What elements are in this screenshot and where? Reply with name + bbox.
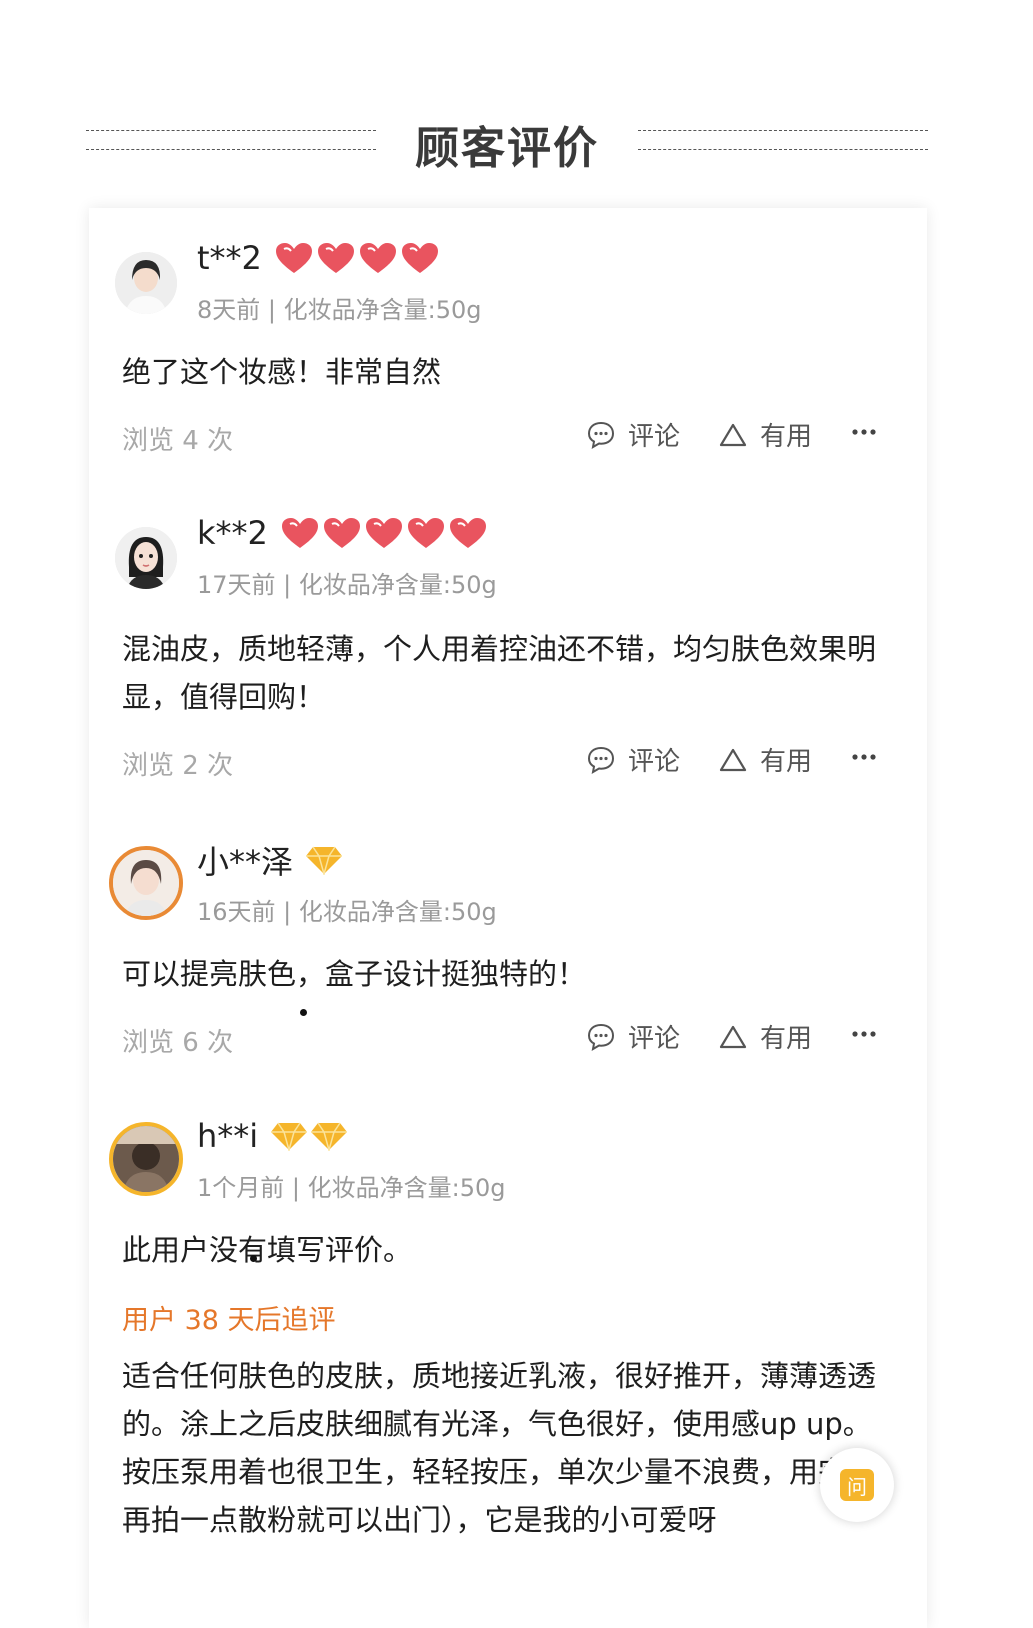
heart-badge-icon: [449, 518, 486, 548]
review-meta: 8天前 | 化妆品净含量:50g: [197, 296, 482, 324]
username-row: k**2: [197, 513, 488, 553]
username: 小**泽: [197, 843, 294, 881]
review-actions: 浏览 4 次 评论 有用: [122, 416, 882, 456]
heart-badges: [280, 516, 488, 550]
followup-label: 用户 38 天后追评: [122, 1305, 336, 1336]
heart-badge-icon: [359, 243, 396, 273]
comment-label: 评论: [628, 1024, 681, 1054]
gem-badges: [305, 845, 343, 875]
avatar[interactable]: [109, 1122, 183, 1196]
useful-label: 有用: [760, 747, 813, 777]
review-actions: 浏览 2 次 评论 有用: [122, 741, 882, 781]
view-count: 浏览 6 次: [122, 1028, 234, 1058]
more-button[interactable]: [850, 743, 878, 771]
stray-dot: [250, 1255, 257, 1262]
heart-badge-icon: [275, 243, 312, 273]
avatar[interactable]: [115, 527, 177, 589]
useful-button[interactable]: 有用: [718, 741, 812, 778]
stray-dot: [300, 1009, 307, 1016]
title-divider-left: [86, 130, 376, 168]
heart-badge-icon: [401, 243, 438, 273]
more-button[interactable]: [850, 1020, 878, 1048]
comment-icon: [587, 1023, 615, 1051]
diamond-badge-icon: [271, 1122, 308, 1151]
comment-label: 评论: [628, 747, 681, 777]
triangle-up-icon: [719, 423, 747, 446]
comment-button[interactable]: 评论: [586, 416, 680, 453]
triangle-up-icon: [719, 748, 747, 771]
section-title: 顾客评价: [415, 123, 599, 174]
heart-badge-icon: [323, 518, 360, 548]
gem-badges: [270, 1121, 348, 1151]
avatar[interactable]: [115, 252, 177, 314]
more-button[interactable]: [850, 418, 878, 446]
username: h**i: [197, 1117, 259, 1155]
review-content: 可以提亮肤色，盒子设计挺独特的！: [122, 957, 587, 991]
username-row: t**2: [197, 238, 440, 278]
review-meta: 1个月前 | 化妆品净含量:50g: [197, 1174, 506, 1202]
review-actions: 浏览 6 次 评论 有用: [122, 1018, 882, 1058]
comment-label: 评论: [628, 422, 681, 452]
reviews-card: t**2 8天前 | 化妆品净含量:50g 绝了这个妆感！非常自然 浏览 4 次…: [89, 208, 927, 1628]
review-content: 此用户没有填写评价。: [122, 1233, 413, 1267]
ask-icon: 问: [840, 1469, 874, 1501]
username-row: 小**泽: [197, 840, 343, 881]
more-dots-icon: [852, 1031, 876, 1037]
review-meta: 16天前 | 化妆品净含量:50g: [197, 898, 497, 926]
more-dots-icon: [852, 429, 876, 435]
view-count: 浏览 2 次: [122, 751, 234, 781]
comment-button[interactable]: 评论: [586, 741, 680, 778]
heart-badge-icon: [407, 518, 444, 548]
diamond-badge-icon: [311, 1122, 348, 1151]
useful-button[interactable]: 有用: [718, 1018, 812, 1055]
review-meta: 17天前 | 化妆品净含量:50g: [197, 571, 497, 599]
comment-icon: [587, 421, 615, 449]
review-content: 混油皮，质地轻薄，个人用着控油还不错，均匀肤色效果明显，值得回购！: [122, 632, 877, 714]
title-divider-right: [638, 130, 928, 168]
heart-badge-icon: [365, 518, 402, 548]
followup-content: 适合任何肤色的皮肤，质地接近乳液，很好推开，薄薄透透的。涂上之后皮肤细腻有光泽，…: [122, 1359, 877, 1537]
view-count: 浏览 4 次: [122, 426, 234, 456]
avatar[interactable]: [109, 846, 183, 920]
heart-badge-icon: [281, 518, 318, 548]
username-row: h**i: [197, 1116, 348, 1156]
username: k**2: [197, 514, 268, 552]
section-header: 顾客评价: [86, 112, 946, 174]
useful-button[interactable]: 有用: [718, 416, 812, 453]
diamond-badge-icon: [306, 846, 343, 875]
useful-label: 有用: [760, 422, 813, 452]
username: t**2: [197, 239, 262, 277]
more-dots-icon: [852, 754, 876, 760]
ask-question-button[interactable]: 问: [820, 1448, 894, 1522]
heart-badge-icon: [317, 243, 354, 273]
useful-label: 有用: [760, 1024, 813, 1054]
comment-icon: [587, 746, 615, 774]
heart-badges: [274, 241, 440, 275]
triangle-up-icon: [719, 1025, 747, 1048]
comment-button[interactable]: 评论: [586, 1018, 680, 1055]
review-content: 绝了这个妆感！非常自然: [122, 355, 442, 389]
